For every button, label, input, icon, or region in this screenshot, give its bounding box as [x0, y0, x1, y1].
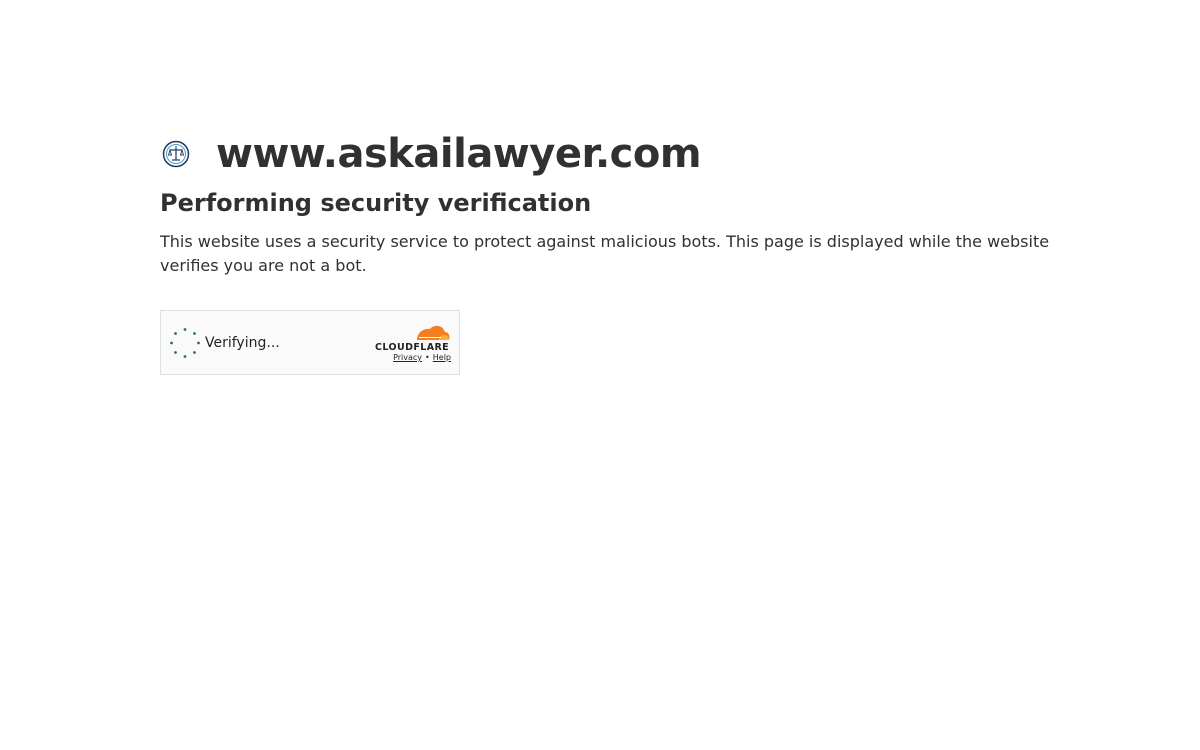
main-content: www.askailawyer.com Performing security … — [160, 124, 1050, 375]
loading-spinner-icon — [169, 327, 201, 359]
cloudflare-wordmark: CLOUDFLARE — [375, 342, 449, 352]
site-header: www.askailawyer.com — [160, 124, 1050, 184]
help-link[interactable]: Help — [433, 353, 451, 362]
site-name: www.askailawyer.com — [216, 131, 702, 177]
turnstile-widget[interactable]: Verifying... CLOUDFLARE Privacy • Help — [160, 310, 460, 375]
page-description: This website uses a security service to … — [160, 232, 1050, 275]
link-separator: • — [425, 353, 430, 362]
widget-links: Privacy • Help — [393, 353, 451, 363]
scales-of-justice-icon — [160, 138, 192, 170]
privacy-link[interactable]: Privacy — [393, 353, 422, 362]
cloudflare-logo: CLOUDFLARE — [375, 322, 451, 353]
verifying-status: Verifying... — [205, 335, 280, 351]
page-title: Performing security verification — [160, 189, 592, 217]
